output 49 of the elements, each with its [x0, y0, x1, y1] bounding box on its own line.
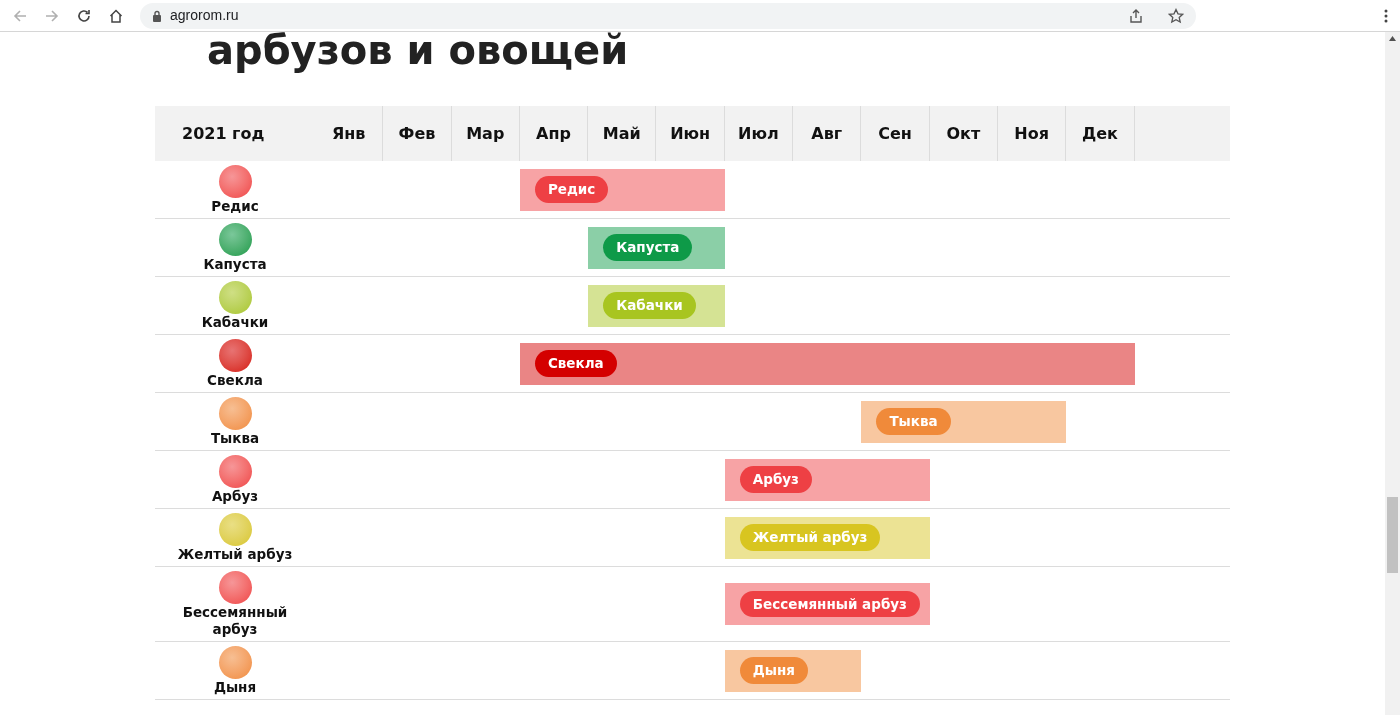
column-header: Июл	[724, 106, 794, 161]
photo-placeholder	[218, 454, 252, 488]
photo-placeholder	[218, 645, 252, 679]
column-header: Сен	[861, 106, 930, 161]
column-header: Июн	[656, 106, 725, 161]
photo-placeholder	[218, 512, 252, 546]
crop-tag: Дыня	[739, 657, 808, 684]
star-icon[interactable]	[1168, 7, 1184, 24]
photo-placeholder	[218, 338, 252, 372]
column-header: Авг	[793, 106, 862, 161]
column-header: Фев	[383, 106, 452, 161]
crop-name: Капуста	[202, 255, 268, 273]
crop-name: Арбуз	[210, 487, 260, 505]
photo-placeholder	[218, 396, 252, 430]
crop-name: Бессемянный арбуз	[181, 603, 289, 638]
column-header: Мар	[451, 106, 520, 161]
column-header: Май	[588, 106, 657, 161]
address-bar[interactable]: agrorom.ru	[140, 2, 1196, 29]
address-text: agrorom.ru	[170, 6, 239, 25]
crop-name: Желтый арбуз	[176, 545, 294, 563]
crop-tag: Тыква	[876, 408, 951, 435]
scrollbar[interactable]	[1385, 32, 1400, 715]
share-icon[interactable]	[1128, 7, 1144, 24]
crop-name: Свекла	[206, 371, 264, 389]
home-icon[interactable]	[108, 7, 124, 24]
column-header: Дек	[1066, 106, 1135, 161]
photo-placeholder	[218, 164, 252, 198]
column-header: Ноя	[997, 106, 1067, 161]
crop-tag: Кабачки	[603, 292, 696, 319]
crop-name: Кабачки	[200, 313, 270, 331]
crop-name: Дыня	[212, 678, 258, 696]
crop-tag: Желтый арбуз	[739, 524, 881, 551]
crop-tag: Редис	[534, 176, 609, 203]
reload-icon[interactable]	[76, 7, 92, 24]
crop-name: Тыква	[209, 429, 261, 447]
crop-name: Редис	[210, 197, 260, 215]
crop-tag: Бессемянный арбуз	[739, 590, 920, 618]
crop-tag: Капуста	[603, 234, 693, 261]
photo-placeholder	[218, 222, 252, 256]
column-header: Янв	[315, 106, 384, 161]
crop-tag: Свекла	[534, 350, 617, 377]
photo-placeholder	[218, 570, 252, 604]
column-header: 2021 год	[181, 122, 266, 145]
lock-icon	[152, 9, 162, 22]
column-header: Апр	[519, 106, 589, 161]
column-header: Окт	[929, 106, 998, 161]
menu-icon[interactable]	[1384, 8, 1388, 23]
crop-tag: Арбуз	[739, 466, 812, 493]
photo-placeholder	[218, 280, 252, 314]
